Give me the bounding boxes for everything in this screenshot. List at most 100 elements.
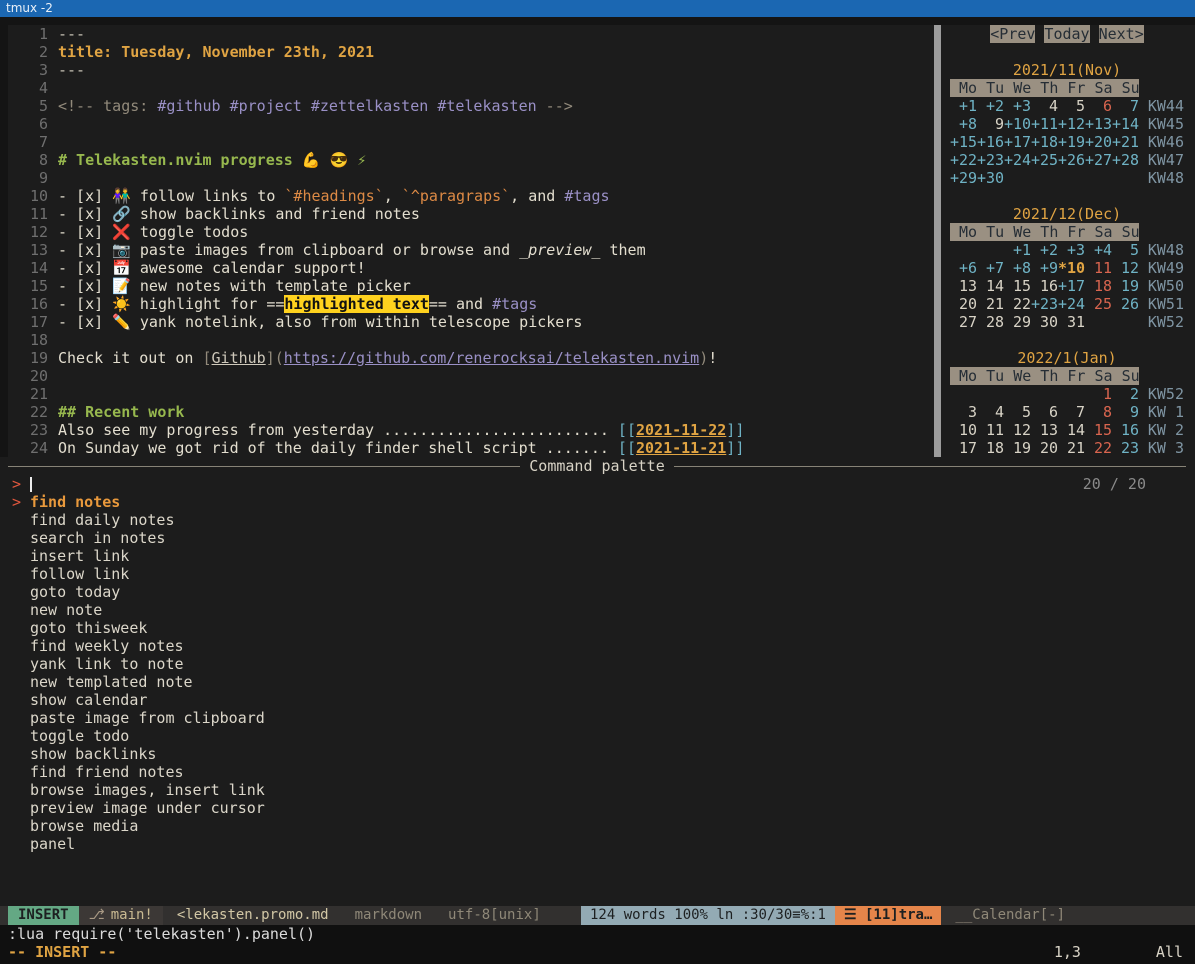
editor-line[interactable]: 15- [x] 📝 new notes with template picker (8, 277, 934, 295)
day-cell[interactable]: 22 (1004, 295, 1031, 313)
day-cell[interactable]: 29 (1004, 313, 1031, 331)
palette-item[interactable]: browse images, insert link (8, 781, 1186, 799)
day-cell[interactable]: +21 (1112, 133, 1139, 151)
palette-item[interactable]: search in notes (8, 529, 1186, 547)
day-cell[interactable]: +24 (1058, 295, 1085, 313)
day-cell[interactable]: +29 (950, 169, 977, 187)
day-cell[interactable]: 23 (1112, 439, 1139, 457)
editor-line[interactable]: 16- [x] ☀️ highlight for ==highlighted t… (8, 295, 934, 313)
day-cell[interactable]: 26 (1112, 295, 1139, 313)
day-cell[interactable]: 5 (1112, 241, 1139, 259)
day-cell[interactable]: +20 (1085, 133, 1112, 151)
day-cell[interactable]: 27 (950, 313, 977, 331)
palette-item[interactable]: paste image from clipboard (8, 709, 1186, 727)
palette-item[interactable]: new note (8, 601, 1186, 619)
day-cell[interactable]: +28 (1112, 151, 1139, 169)
day-cell[interactable]: 15 (1085, 421, 1112, 439)
day-cell[interactable]: +15 (950, 133, 977, 151)
editor-line[interactable]: 9 (8, 169, 934, 187)
palette-item[interactable]: goto today (8, 583, 1186, 601)
editor-line[interactable]: 3--- (8, 61, 934, 79)
day-cell[interactable]: 9 (977, 115, 1004, 133)
day-cell[interactable]: 21 (977, 295, 1004, 313)
day-cell[interactable]: 11 (1085, 259, 1112, 277)
palette-item[interactable]: yank link to note (8, 655, 1186, 673)
day-cell[interactable]: +13 (1085, 115, 1112, 133)
day-cell[interactable]: 6 (1031, 403, 1058, 421)
day-cell[interactable]: +23 (977, 151, 1004, 169)
day-cell[interactable]: +8 (1004, 259, 1031, 277)
palette-item[interactable]: new templated note (8, 673, 1186, 691)
day-cell[interactable]: 14 (1058, 421, 1085, 439)
day-cell[interactable]: +3 (1058, 241, 1085, 259)
day-cell[interactable]: 11 (977, 421, 1004, 439)
day-cell[interactable]: 21 (1058, 439, 1085, 457)
day-cell[interactable]: +27 (1085, 151, 1112, 169)
palette-item[interactable]: show backlinks (8, 745, 1186, 763)
day-cell[interactable]: +12 (1058, 115, 1085, 133)
palette-item[interactable]: preview image under cursor (8, 799, 1186, 817)
editor-line[interactable]: 11- [x] 🔗 show backlinks and friend note… (8, 205, 934, 223)
day-cell[interactable]: 13 (950, 277, 977, 295)
day-cell[interactable]: +30 (977, 169, 1004, 187)
window-titlebar[interactable]: tmux -2 (0, 0, 1195, 17)
palette-item[interactable]: insert link (8, 547, 1186, 565)
day-cell[interactable]: 15 (1004, 277, 1031, 295)
day-cell[interactable]: 28 (977, 313, 1004, 331)
day-cell[interactable]: +17 (1058, 277, 1085, 295)
editor-line[interactable]: 23Also see my progress from yesterday ..… (8, 421, 934, 439)
day-cell[interactable]: 6 (1085, 97, 1112, 115)
day-cell[interactable]: +1 (1004, 241, 1031, 259)
day-cell[interactable]: 10 (950, 421, 977, 439)
day-cell[interactable]: +2 (1031, 241, 1058, 259)
day-cell[interactable]: 9 (1112, 403, 1139, 421)
editor-line[interactable]: 7 (8, 133, 934, 151)
day-cell[interactable]: 7 (1112, 97, 1139, 115)
next-button[interactable]: Next> (1099, 25, 1144, 43)
editor-line[interactable]: 6 (8, 115, 934, 133)
editor-pane[interactable]: 1---2title: Tuesday, November 23th, 2021… (8, 25, 934, 457)
day-cell[interactable]: +25 (1031, 151, 1058, 169)
editor-line[interactable]: 21 (8, 385, 934, 403)
editor-line[interactable]: 10- [x] 👫 follow links to `#headings`, `… (8, 187, 934, 205)
editor-line[interactable]: 8# Telekasten.nvim progress 💪 😎 ⚡ (8, 151, 934, 169)
day-cell[interactable]: +23 (1031, 295, 1058, 313)
day-cell[interactable]: 25 (1085, 295, 1112, 313)
day-cell[interactable]: *10 (1058, 259, 1085, 277)
day-cell[interactable]: 16 (1112, 421, 1139, 439)
editor-line[interactable]: 20 (8, 367, 934, 385)
palette-item[interactable]: >find notes (8, 493, 1186, 511)
day-cell[interactable]: +7 (977, 259, 1004, 277)
day-cell[interactable]: 3 (950, 403, 977, 421)
today-button[interactable]: Today (1044, 25, 1089, 43)
day-cell[interactable]: 5 (1004, 403, 1031, 421)
editor-line[interactable]: 24On Sunday we got rid of the daily find… (8, 439, 934, 457)
editor-scrollbar[interactable] (934, 25, 941, 457)
editor-line[interactable]: 1--- (8, 25, 934, 43)
palette-item[interactable]: find friend notes (8, 763, 1186, 781)
day-cell[interactable]: +10 (1004, 115, 1031, 133)
day-cell[interactable]: 18 (1085, 277, 1112, 295)
day-cell[interactable]: 30 (1031, 313, 1058, 331)
editor-line[interactable]: 13- [x] 📷 paste images from clipboard or… (8, 241, 934, 259)
day-cell[interactable]: 19 (1004, 439, 1031, 457)
editor-line[interactable]: 17- [x] ✏️ yank notelink, also from with… (8, 313, 934, 331)
day-cell[interactable]: 7 (1058, 403, 1085, 421)
editor-line[interactable]: 12- [x] ❌ toggle todos (8, 223, 934, 241)
palette-item[interactable]: panel (8, 835, 1186, 853)
day-cell[interactable]: 12 (1112, 259, 1139, 277)
day-cell[interactable]: +3 (1004, 97, 1031, 115)
day-cell[interactable]: +9 (1031, 259, 1058, 277)
day-cell[interactable]: 22 (1085, 439, 1112, 457)
day-cell[interactable]: 16 (1031, 277, 1058, 295)
day-cell[interactable]: 17 (950, 439, 977, 457)
day-cell[interactable]: +2 (977, 97, 1004, 115)
editor-line[interactable]: 5<!-- tags: #github #project #zettelkast… (8, 97, 934, 115)
day-cell[interactable]: 1 (1085, 385, 1112, 403)
day-cell[interactable]: +16 (977, 133, 1004, 151)
day-cell[interactable]: 20 (1031, 439, 1058, 457)
day-cell[interactable]: +22 (950, 151, 977, 169)
day-cell[interactable]: 4 (977, 403, 1004, 421)
prev-button[interactable]: <Prev (990, 25, 1035, 43)
palette-item[interactable]: show calendar (8, 691, 1186, 709)
